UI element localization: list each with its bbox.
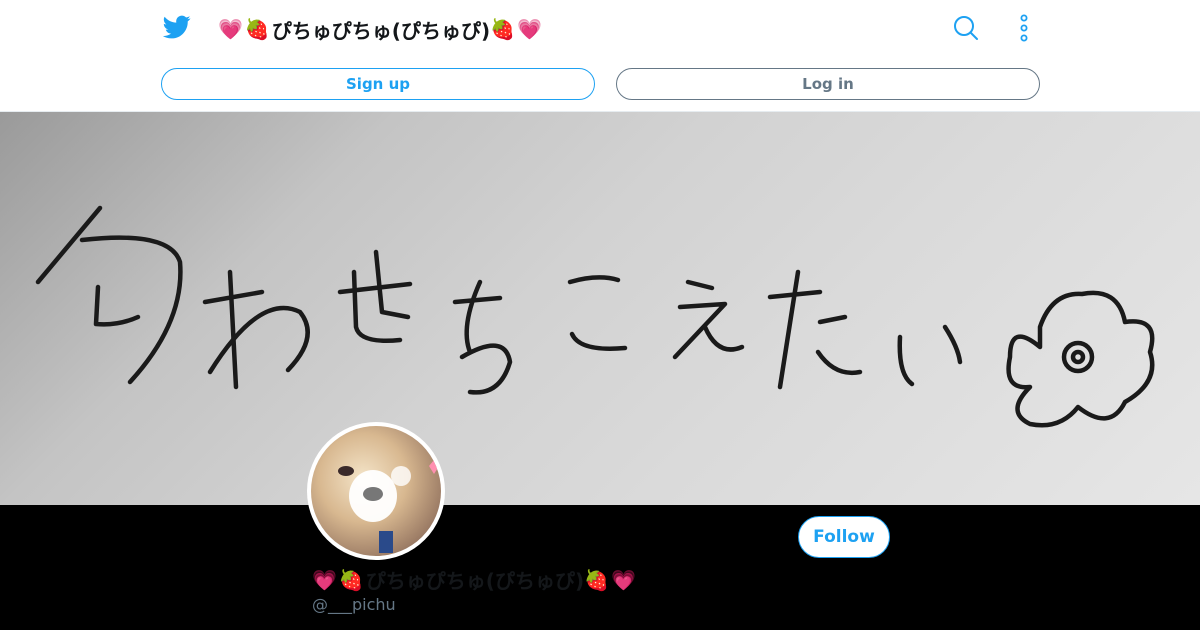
twitter-bird-icon[interactable] xyxy=(162,13,192,41)
strawberry-emoji: 🍓 xyxy=(584,567,609,592)
profile-banner-image xyxy=(0,112,1200,505)
strawberry-emoji: 🍓 xyxy=(338,567,364,592)
handwriting-stroke xyxy=(942,324,963,365)
handwriting-stroke xyxy=(777,269,801,390)
handwriting-stroke xyxy=(815,349,863,376)
handwriting-stroke xyxy=(569,331,628,351)
heart-emoji: 💗 xyxy=(218,17,243,41)
log-in-button[interactable]: Log in xyxy=(616,68,1040,100)
handwriting-stroke xyxy=(35,205,103,285)
handwriting-stroke xyxy=(464,279,483,355)
handwriting-stroke xyxy=(207,305,310,375)
handwriting-stroke xyxy=(702,324,745,352)
heart-emoji: 💗 xyxy=(611,567,636,592)
strawberry-emoji: 🍓 xyxy=(490,17,515,41)
handwriting-stroke xyxy=(1070,349,1086,365)
sign-up-button[interactable]: Sign up xyxy=(161,68,595,100)
profile-page: 💗 🍓 ぴちゅぴちゅ(ぴちゅぴ) 🍓 💗 Sign up Log in Foll… xyxy=(0,0,1200,630)
handwriting-stroke xyxy=(817,314,848,325)
handwriting-stroke xyxy=(897,334,915,387)
handwriting-stroke xyxy=(452,295,503,305)
header-title: 💗 🍓 ぴちゅぴちゅ(ぴちゅぴ) 🍓 💗 xyxy=(218,14,544,44)
avatar-photo xyxy=(311,426,441,556)
profile-name-text: ぴちゅぴちゅ(ぴちゅぴ) xyxy=(365,569,585,593)
heart-emoji: 💗 xyxy=(517,17,542,41)
more-options-icon[interactable] xyxy=(1014,14,1034,42)
strawberry-emoji: 🍓 xyxy=(244,17,270,41)
handwriting-drawing xyxy=(35,205,1155,428)
handwriting-stroke xyxy=(459,343,513,395)
profile-handle: @___pichu xyxy=(312,595,396,614)
search-icon[interactable] xyxy=(952,14,980,42)
handwriting-stroke xyxy=(1061,340,1095,374)
handwriting-stroke xyxy=(685,279,715,291)
follow-button[interactable]: Follow xyxy=(798,516,890,558)
handwriting-stroke xyxy=(93,284,141,327)
handwriting-stroke xyxy=(672,301,728,360)
handwriting-stroke xyxy=(227,269,239,390)
handwriting-stroke xyxy=(567,275,621,285)
avatar[interactable] xyxy=(307,422,445,560)
heart-emoji: 💗 xyxy=(312,567,337,592)
top-header: 💗 🍓 ぴちゅぴちゅ(ぴちゅぴ) 🍓 💗 Sign up Log in xyxy=(0,0,1200,112)
header-display-name: ぴちゅぴちゅ(ぴちゅぴ) xyxy=(271,18,491,43)
handwriting-stroke xyxy=(337,281,413,295)
profile-display-name: 💗 🍓 ぴちゅぴちゅ(ぴちゅぴ) 🍓 💗 xyxy=(312,565,638,594)
